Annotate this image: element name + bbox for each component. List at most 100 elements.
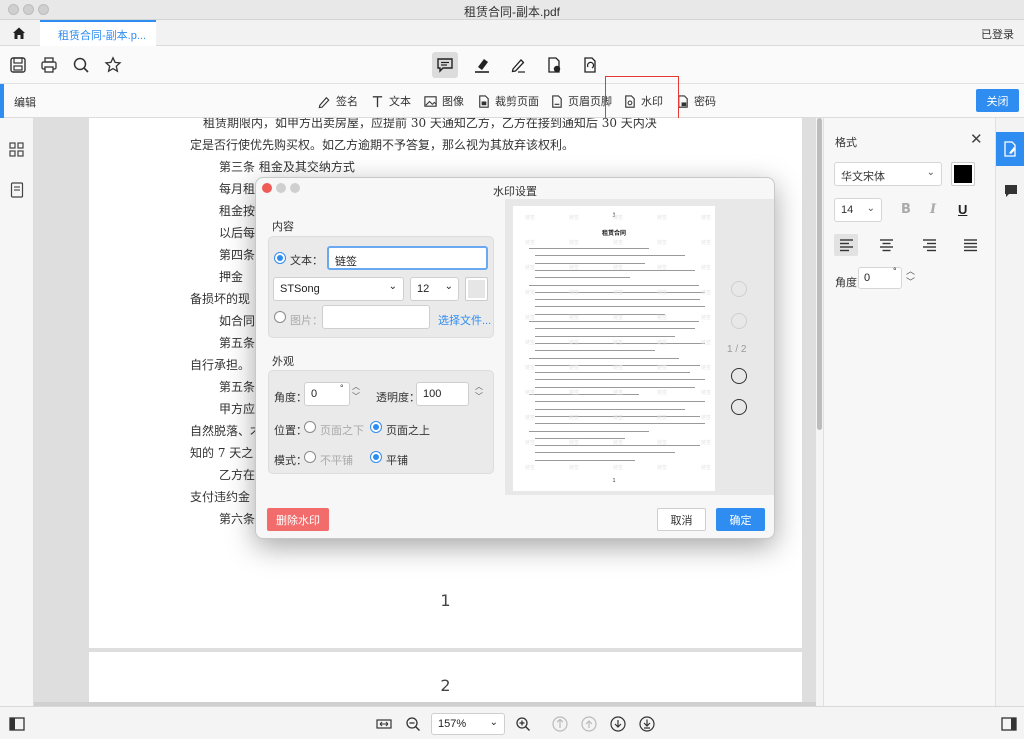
- align-justify-icon[interactable]: [958, 234, 982, 256]
- opacity-input[interactable]: 100: [416, 382, 469, 406]
- sign-icon[interactable]: [507, 54, 529, 76]
- mode-nontile-radio[interactable]: [304, 451, 316, 463]
- page-rotate-icon[interactable]: [579, 54, 601, 76]
- italic-button[interactable]: I: [930, 202, 936, 217]
- choose-file-link[interactable]: 选择文件...: [438, 312, 491, 328]
- mode-tile-label: 平铺: [386, 455, 408, 467]
- password-tool-button[interactable]: 密码: [675, 92, 716, 110]
- tab-bar: 租赁合同-副本.p... 已登录: [0, 20, 1024, 46]
- ok-button[interactable]: 确定: [716, 508, 765, 531]
- first-page-icon[interactable]: [551, 715, 569, 733]
- preview-text-line: [535, 306, 705, 308]
- preview-watermark-mark: 链签: [525, 290, 536, 296]
- comment-panel-icon[interactable]: [1004, 184, 1018, 201]
- next-page-icon[interactable]: [609, 715, 627, 733]
- bold-button[interactable]: B: [901, 202, 911, 217]
- font-color-swatch[interactable]: [951, 162, 975, 186]
- delete-watermark-button[interactable]: 删除水印: [267, 508, 329, 531]
- underline-button[interactable]: U: [958, 202, 967, 217]
- preview-watermark-mark: 链签: [569, 315, 580, 321]
- preview-last-page-icon[interactable]: [731, 399, 747, 415]
- doc-line: 第四条: [219, 248, 256, 262]
- header-footer-tool-button[interactable]: 页眉页脚: [549, 92, 612, 110]
- toggle-right-panel-icon[interactable]: [1000, 715, 1018, 733]
- signature-tool-label: 签名: [336, 96, 358, 108]
- preview-text-line: [535, 262, 645, 264]
- font-family-value: STSong: [280, 283, 320, 295]
- preview-text-line: [535, 335, 675, 337]
- watermark-text-input[interactable]: 链签: [327, 246, 488, 270]
- previous-page-icon[interactable]: [580, 715, 598, 733]
- vertical-scrollbar[interactable]: [816, 118, 823, 706]
- tab-document[interactable]: 租赁合同-副本.p...: [40, 20, 156, 46]
- highlight-icon[interactable]: [471, 54, 493, 76]
- search-icon[interactable]: [70, 54, 92, 76]
- last-page-icon[interactable]: [638, 715, 656, 733]
- font-size-select[interactable]: 14 ⌄: [834, 198, 882, 222]
- text-tool-button[interactable]: 文本: [370, 92, 411, 110]
- scrollbar-thumb[interactable]: [817, 118, 822, 430]
- image-tool-button[interactable]: 图像: [423, 92, 464, 110]
- header-footer-icon: [552, 94, 562, 108]
- align-right-icon[interactable]: [917, 234, 941, 256]
- angle-stepper[interactable]: ︿ ﹀: [351, 382, 361, 402]
- preview-next-page-icon[interactable]: [731, 368, 747, 384]
- preview-text-line: [535, 299, 700, 301]
- doc-line: 每月租: [219, 182, 256, 196]
- doc-line: 以后每: [219, 226, 256, 240]
- preview-first-page-icon[interactable]: [731, 281, 747, 297]
- doc-line: 租金按: [219, 204, 256, 218]
- page-stamp-icon[interactable]: [543, 54, 565, 76]
- preview-watermark-mark: 链签: [569, 365, 580, 371]
- preview-text-line: [535, 437, 625, 439]
- font-family-select[interactable]: STSong ⌄: [273, 277, 404, 301]
- align-center-icon[interactable]: [874, 234, 898, 256]
- edit-panel-toggle[interactable]: [996, 132, 1024, 166]
- login-status[interactable]: 已登录: [981, 26, 1014, 42]
- preview-watermark-mark: 链签: [613, 215, 624, 221]
- save-icon[interactable]: [7, 54, 29, 76]
- star-icon[interactable]: [102, 54, 124, 76]
- position-below-radio[interactable]: [304, 421, 316, 433]
- close-icon[interactable]: ✕: [970, 130, 983, 148]
- preview-watermark-mark: 链签: [613, 290, 624, 296]
- close-edit-button[interactable]: 关闭: [976, 89, 1019, 112]
- crop-icon: [479, 94, 489, 108]
- preview-watermark-mark: 链签: [657, 290, 668, 296]
- image-radio[interactable]: [274, 311, 286, 323]
- left-sidebar: [0, 118, 34, 706]
- preview-text-line: [535, 277, 630, 279]
- font-size-select[interactable]: 12 ⌄: [410, 277, 459, 301]
- home-icon: [13, 27, 25, 39]
- preview-watermark-mark: 链签: [525, 215, 536, 221]
- cancel-button[interactable]: 取消: [657, 508, 706, 531]
- mode-tile-radio[interactable]: [370, 451, 382, 463]
- font-family-select[interactable]: 华文宋体 ⌄: [834, 162, 942, 186]
- image-path-field[interactable]: [322, 305, 430, 329]
- comment-icon[interactable]: [432, 52, 458, 78]
- text-radio[interactable]: [274, 252, 286, 264]
- thumbnails-icon[interactable]: [9, 142, 24, 160]
- preview-watermark-mark: 链签: [569, 340, 580, 346]
- print-icon[interactable]: [38, 54, 60, 76]
- fit-width-icon[interactable]: [375, 715, 393, 733]
- bookmark-panel-icon[interactable]: [10, 182, 24, 201]
- zoom-select[interactable]: 157% ⌄: [431, 713, 505, 735]
- watermark-color-swatch[interactable]: [465, 277, 488, 301]
- angle-stepper[interactable]: ︿ ﹀: [906, 266, 915, 288]
- watermark-highlight-frame: [605, 76, 679, 119]
- zoom-out-icon[interactable]: [404, 715, 422, 733]
- position-above-radio[interactable]: [370, 421, 382, 433]
- home-button[interactable]: [0, 20, 38, 46]
- align-left-icon[interactable]: [834, 234, 858, 256]
- toggle-left-panel-icon[interactable]: [8, 715, 26, 733]
- image-tool-label: 图像: [442, 96, 464, 108]
- preview-watermark-mark: 链签: [569, 390, 580, 396]
- zoom-in-icon[interactable]: [514, 715, 532, 733]
- font-size-value: 14: [841, 204, 854, 216]
- signature-tool-button[interactable]: 签名: [317, 92, 358, 110]
- crop-tool-button[interactable]: 裁剪页面: [476, 92, 539, 110]
- opacity-stepper[interactable]: ︿ ﹀: [474, 382, 484, 402]
- preview-watermark-mark: 链签: [657, 390, 668, 396]
- preview-previous-page-icon[interactable]: [731, 313, 747, 329]
